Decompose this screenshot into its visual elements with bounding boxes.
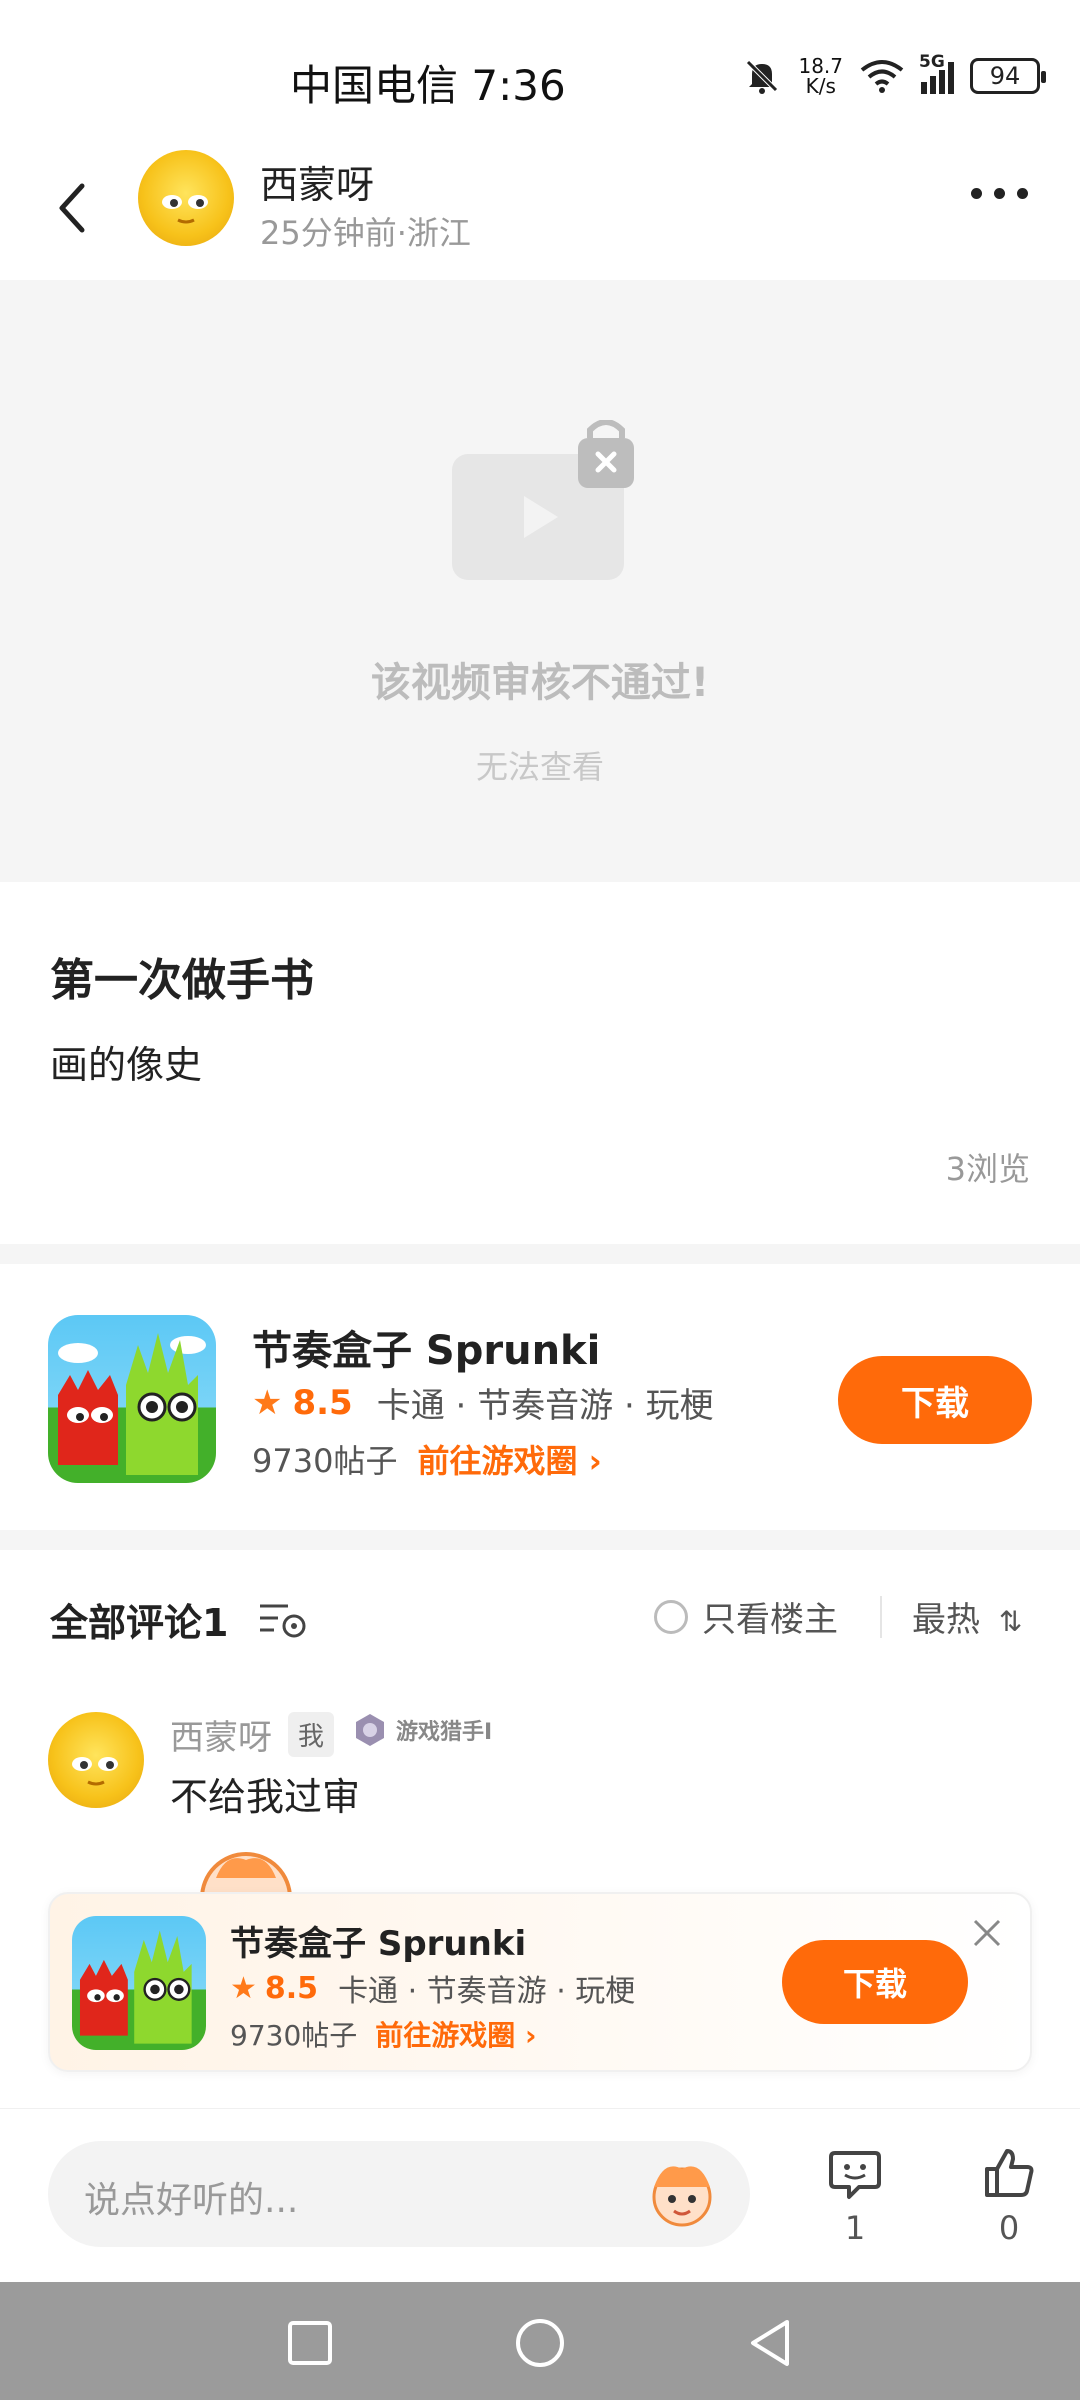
net-speed-unit: K/s bbox=[805, 74, 836, 98]
only-op-toggle[interactable]: 只看楼主 bbox=[654, 1592, 838, 1641]
mute-bell-icon bbox=[746, 60, 779, 94]
wifi-icon bbox=[860, 60, 904, 93]
author-avatar[interactable] bbox=[138, 150, 234, 246]
badge-label: 游戏猎手I bbox=[396, 1720, 493, 1745]
avatar-face-icon bbox=[72, 1757, 118, 1786]
floating-game-tags: 卡通 · 节奏音游 · 玩梗 bbox=[338, 1974, 636, 2009]
locked-video-icon bbox=[452, 420, 634, 580]
game-art-icon bbox=[58, 1333, 206, 1475]
floating-game-posts-row: 9730帖子 前往游戏圈 › bbox=[230, 2014, 537, 2054]
game-post-count: 9730帖子 bbox=[252, 1442, 398, 1480]
floating-game-post-count: 9730帖子 bbox=[230, 2019, 358, 2052]
floating-game-name[interactable]: 节奏盒子 Sprunki bbox=[230, 1916, 526, 1965]
floating-download-button[interactable]: 下载 bbox=[782, 1940, 968, 2024]
goto-circle-link[interactable]: 前往游戏圈 › bbox=[417, 1436, 601, 1482]
signal-icon: 5G bbox=[919, 52, 954, 94]
battery-level: 94 bbox=[989, 62, 1021, 90]
sticker-image bbox=[200, 1852, 292, 1898]
sort-arrows-icon: ⇅ bbox=[998, 1605, 1023, 1638]
game-posts-row: 9730帖子 前往游戏圈 › bbox=[252, 1436, 602, 1482]
chevron-right-icon: › bbox=[588, 1442, 602, 1480]
download-button[interactable]: 下载 bbox=[838, 1356, 1032, 1444]
more-dots-icon[interactable] bbox=[971, 188, 1028, 199]
comment-count: 1 bbox=[844, 2209, 866, 2247]
comment-input[interactable]: 说点好听的... bbox=[48, 2141, 750, 2247]
comment-filter-icon[interactable] bbox=[258, 1600, 308, 1640]
video-placeholder: 该视频审核不通过! 无法查看 bbox=[0, 280, 1080, 882]
system-nav-bar bbox=[0, 2282, 1080, 2400]
game-name[interactable]: 节奏盒子 Sprunki bbox=[252, 1318, 600, 1376]
comments-title: 全部评论1 bbox=[50, 1601, 229, 1645]
post-body: 画的像史 bbox=[50, 1043, 203, 1087]
floating-game-rating-row: ★ 8.5 卡通 · 节奏音游 · 玩梗 bbox=[230, 1966, 635, 2010]
sort-button[interactable]: 最热 ⇅ bbox=[912, 1592, 1022, 1641]
signal-label: 5G bbox=[919, 52, 945, 72]
section-divider bbox=[0, 1530, 1080, 1550]
bottom-action-bar: 说点好听的... 1 0 bbox=[0, 2108, 1080, 2278]
battery-icon: 94 bbox=[970, 58, 1046, 94]
comment-item[interactable]: 西蒙呀 我 游戏猎手I 不给我过审 bbox=[0, 1700, 1080, 1900]
section-divider bbox=[0, 1244, 1080, 1264]
game-icon[interactable] bbox=[48, 1315, 216, 1483]
game-rating: 8.5 bbox=[292, 1382, 353, 1423]
post-title: 第一次做手书 bbox=[50, 955, 314, 1006]
chevron-right-icon: › bbox=[525, 2019, 537, 2052]
floating-game-icon[interactable] bbox=[72, 1916, 206, 2050]
commenter-avatar[interactable] bbox=[48, 1712, 144, 1808]
net-speed-value: 18.7 bbox=[798, 54, 843, 78]
recent-apps-icon[interactable] bbox=[283, 2316, 337, 2370]
comments-header: 全部评论1 只看楼主 最热 ⇅ bbox=[0, 1560, 1080, 1680]
comment-text: 不给我过审 bbox=[170, 1775, 361, 1819]
thumbs-up-icon bbox=[985, 2149, 1034, 2197]
avatar-face-icon bbox=[162, 195, 208, 224]
game-art-icon bbox=[79, 1930, 192, 2044]
post-header: 西蒙呀 25分钟前·浙江 bbox=[0, 150, 1080, 280]
commenter-name[interactable]: 西蒙呀 bbox=[170, 1710, 272, 1759]
comment-action[interactable]: 1 bbox=[820, 2145, 890, 2247]
home-icon[interactable] bbox=[513, 2316, 567, 2370]
like-action[interactable]: 0 bbox=[974, 2145, 1044, 2247]
me-tag: 我 bbox=[288, 1712, 335, 1757]
emoji-sticker-icon[interactable] bbox=[644, 2157, 720, 2229]
comment-bubble-icon bbox=[829, 2151, 881, 2199]
post-meta: 25分钟前·浙江 bbox=[260, 214, 471, 252]
back-triangle-icon[interactable] bbox=[743, 2316, 797, 2370]
status-bar: 中国电信 7:36 18.7 K/s 5G 94 bbox=[0, 0, 1080, 150]
author-name[interactable]: 西蒙呀 bbox=[260, 154, 374, 209]
star-icon: ★ bbox=[252, 1382, 283, 1423]
comment-input-placeholder: 说点好听的... bbox=[84, 2180, 299, 2221]
sort-label: 最热 bbox=[912, 1600, 980, 1640]
only-op-label: 只看楼主 bbox=[702, 1600, 838, 1640]
game-rating-row: ★ 8.5 卡通 · 节奏音游 · 玩梗 bbox=[252, 1378, 714, 1427]
video-rejected-sub: 无法查看 bbox=[475, 748, 604, 786]
star-icon: ★ bbox=[230, 1970, 257, 2006]
floating-game-card[interactable]: 节奏盒子 Sprunki ★ 8.5 卡通 · 节奏音游 · 玩梗 9730帖子… bbox=[48, 1892, 1032, 2072]
back-arrow-icon[interactable] bbox=[48, 178, 96, 238]
sort-divider bbox=[880, 1596, 882, 1638]
net-speed: 18.7 K/s bbox=[798, 56, 843, 96]
like-count: 0 bbox=[998, 2209, 1020, 2247]
user-badge: 游戏猎手I bbox=[352, 1712, 492, 1748]
floating-game-rating: 8.5 bbox=[264, 1970, 319, 2006]
carrier-time: 中国电信 7:36 bbox=[290, 61, 566, 110]
video-rejected-message: 该视频审核不通过! bbox=[370, 660, 710, 706]
floating-goto-circle-link[interactable]: 前往游戏圈 › bbox=[375, 2014, 536, 2054]
radio-icon[interactable] bbox=[654, 1599, 688, 1634]
badge-emblem-icon bbox=[356, 1714, 384, 1746]
game-card[interactable]: 节奏盒子 Sprunki ★ 8.5 卡通 · 节奏音游 · 玩梗 9730帖子… bbox=[0, 1268, 1080, 1530]
close-icon[interactable] bbox=[970, 1916, 1004, 1950]
view-count: 3浏览 bbox=[945, 1150, 1030, 1188]
game-tags: 卡通 · 节奏音游 · 玩梗 bbox=[376, 1386, 714, 1426]
status-icons: 18.7 K/s 5G 94 bbox=[742, 52, 1046, 96]
